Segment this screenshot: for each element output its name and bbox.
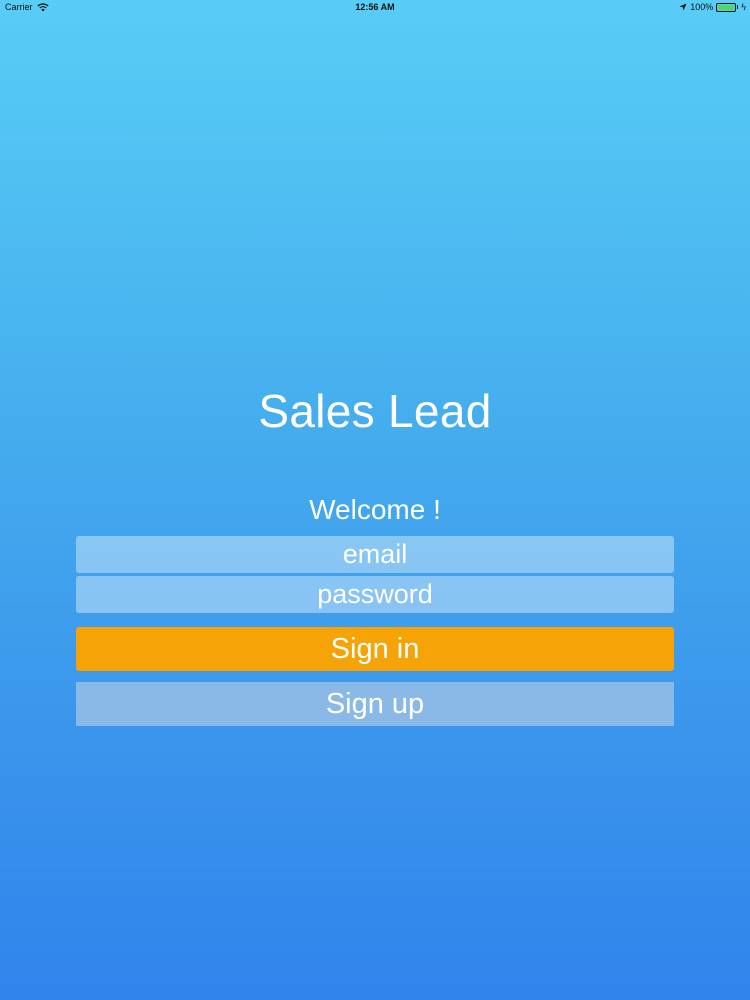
battery-percent: 100% <box>690 2 714 12</box>
sign-in-button[interactable]: Sign in <box>76 627 674 671</box>
status-right-group: 100% ϟ <box>679 2 746 12</box>
location-icon <box>679 3 687 11</box>
password-field[interactable] <box>76 576 674 613</box>
status-time: 12:56 AM <box>355 2 395 12</box>
battery-tip <box>737 5 739 9</box>
email-field[interactable] <box>76 536 674 573</box>
battery-icon <box>716 2 737 12</box>
battery-fill <box>718 4 735 10</box>
app-title: Sales Lead <box>258 385 492 437</box>
status-bar: Carrier 12:56 AM 100% ϟ <box>0 0 750 14</box>
welcome-label: Welcome ! <box>309 494 441 525</box>
sign-up-button[interactable]: Sign up <box>76 682 674 726</box>
charging-icon: ϟ <box>741 1 746 12</box>
